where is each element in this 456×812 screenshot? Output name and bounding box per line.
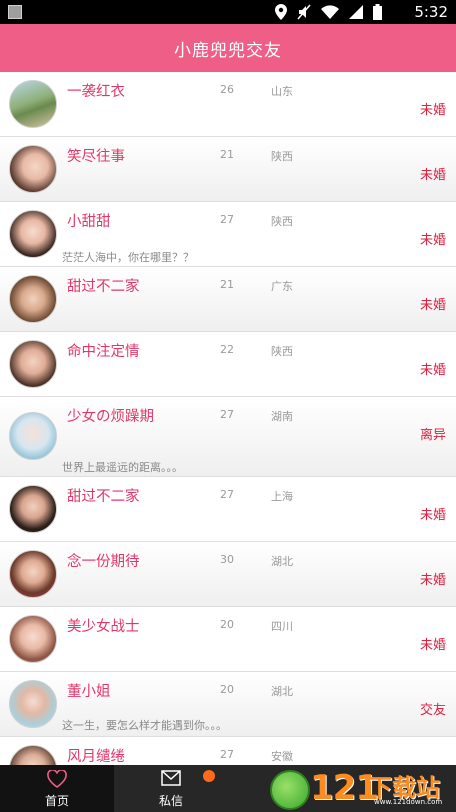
user-region: 山东 <box>271 85 293 98</box>
user-name: 美少女战士 <box>67 619 140 635</box>
user-name: 小甜甜 <box>67 214 111 230</box>
marital-status: 未婚 <box>419 233 446 248</box>
site-watermark-logo: 121 下载站 www.121down.com <box>270 766 456 812</box>
watermark-ball-icon <box>270 770 310 810</box>
avatar <box>9 615 57 663</box>
list-item[interactable]: 甜过不二家 27 上海 未婚 <box>0 477 456 542</box>
marital-status: 未婚 <box>419 103 446 118</box>
title-bar: 小鹿兜兜交友 <box>0 24 456 72</box>
notification-dot <box>203 770 215 782</box>
user-region: 湖北 <box>271 555 293 568</box>
tab-messages-label: 私信 <box>158 794 183 808</box>
user-signature: 这一生，要怎么样才能遇到你。。。 <box>62 719 227 732</box>
user-region: 陕西 <box>271 345 293 358</box>
user-region: 湖北 <box>271 685 293 698</box>
tab-home[interactable]: 首页 <box>0 765 114 812</box>
list-item[interactable]: 小甜甜 27 陕西 未婚 茫茫人海中，你在哪里？？ <box>0 202 456 267</box>
user-age: 26 <box>220 83 234 96</box>
mail-icon <box>161 770 181 786</box>
user-name: 甜过不二家 <box>67 489 140 505</box>
list-item[interactable]: 少女の烦躁期 27 湖南 离异 世界上最遥远的距离。。。 <box>0 397 456 477</box>
user-name: 甜过不二家 <box>67 279 140 295</box>
marital-status: 未婚 <box>419 573 446 588</box>
list-item[interactable]: 笑尽往事 21 陕西 未婚 <box>0 137 456 202</box>
marital-status: 未婚 <box>419 168 446 183</box>
avatar <box>9 485 57 533</box>
avatar <box>9 275 57 323</box>
user-region: 广东 <box>271 280 293 293</box>
list-item[interactable]: 甜过不二家 21 广东 未婚 <box>0 267 456 332</box>
user-list[interactable]: 一袭红衣 26 山东 未婚 笑尽往事 21 陕西 未婚 小甜甜 27 陕西 未婚… <box>0 72 456 765</box>
avatar <box>9 145 57 193</box>
avatar <box>9 210 57 258</box>
user-name: 少女の烦躁期 <box>67 409 154 425</box>
location-icon <box>275 4 287 20</box>
marital-status: 未婚 <box>419 508 446 523</box>
list-item[interactable]: 风月缱绻 27 安徽 <box>0 737 456 765</box>
user-name: 风月缱绻 <box>67 749 125 765</box>
user-age: 21 <box>220 278 234 291</box>
user-region: 上海 <box>271 490 293 503</box>
user-age: 27 <box>220 748 234 761</box>
battery-icon <box>373 4 382 20</box>
user-region: 安徽 <box>271 750 293 763</box>
marital-status: 未婚 <box>419 363 446 378</box>
clock: 5:32 <box>414 3 448 21</box>
marital-status: 未婚 <box>419 298 446 313</box>
user-age: 20 <box>220 683 234 696</box>
page-title: 小鹿兜兜交友 <box>174 40 282 61</box>
user-region: 陕西 <box>271 150 293 163</box>
status-bar: 5:32 <box>0 0 456 24</box>
list-item[interactable]: 一袭红衣 26 山东 未婚 <box>0 72 456 137</box>
watermark-url: www.121down.com <box>374 798 443 806</box>
user-age: 27 <box>220 488 234 501</box>
user-name: 笑尽往事 <box>67 149 125 165</box>
marital-status: 未婚 <box>419 638 446 653</box>
user-age: 30 <box>220 553 234 566</box>
user-region: 湖南 <box>271 410 293 423</box>
avatar <box>9 80 57 128</box>
list-item[interactable]: 念一份期待 30 湖北 未婚 <box>0 542 456 607</box>
marital-status: 离异 <box>419 428 446 443</box>
marital-status: 交友 <box>419 703 446 718</box>
user-region: 四川 <box>271 620 293 633</box>
list-item[interactable]: 命中注定情 22 陕西 未婚 <box>0 332 456 397</box>
tab-home-label: 首页 <box>44 794 69 808</box>
user-name: 董小姐 <box>67 684 111 700</box>
user-age: 27 <box>220 408 234 421</box>
user-region: 陕西 <box>271 215 293 228</box>
avatar <box>9 680 57 728</box>
user-signature: 世界上最遥远的距离。。。 <box>62 461 183 474</box>
list-item[interactable]: 董小姐 20 湖北 交友 这一生，要怎么样才能遇到你。。。 <box>0 672 456 737</box>
avatar <box>9 550 57 598</box>
notification-icon <box>8 5 22 19</box>
avatar <box>9 745 57 765</box>
user-signature: 茫茫人海中，你在哪里？？ <box>62 251 194 264</box>
avatar <box>9 340 57 388</box>
wifi-icon <box>321 5 339 19</box>
user-age: 20 <box>220 618 234 631</box>
avatar <box>9 412 57 460</box>
list-item[interactable]: 美少女战士 20 四川 未婚 <box>0 607 456 672</box>
heart-icon <box>47 770 67 788</box>
user-age: 22 <box>220 343 234 356</box>
user-age: 21 <box>220 148 234 161</box>
signal-icon <box>349 5 363 19</box>
user-name: 命中注定情 <box>67 344 140 360</box>
user-name: 念一份期待 <box>67 554 140 570</box>
user-age: 27 <box>220 213 234 226</box>
mute-icon <box>297 4 311 20</box>
user-name: 一袭红衣 <box>67 84 125 100</box>
